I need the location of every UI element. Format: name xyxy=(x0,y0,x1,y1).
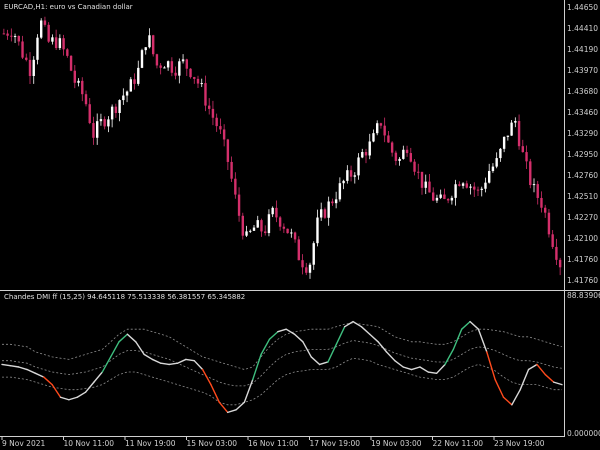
time-label: 10 Nov 11:00 xyxy=(64,439,115,448)
price-label: 1.43460 xyxy=(567,108,598,117)
indicator-bottom-value: 0.000000 xyxy=(567,429,600,438)
candle xyxy=(529,158,532,189)
indicator-current-value: 88.839064 xyxy=(567,291,600,300)
candle xyxy=(152,34,155,57)
price-label: 1.41760 xyxy=(567,255,598,264)
candle xyxy=(129,77,132,92)
time-label: 22 Nov 11:00 xyxy=(433,439,484,448)
price-label: 1.44650 xyxy=(567,3,598,12)
candle xyxy=(297,236,300,261)
price-label: 1.42510 xyxy=(567,192,598,201)
candle xyxy=(547,208,551,238)
candle xyxy=(189,68,192,79)
time-label: 19 Nov 03:00 xyxy=(371,439,422,448)
trading-chart[interactable]: EURCAD,H1: euro vs Canadian dollar 1.446… xyxy=(0,0,600,450)
time-label: 17 Nov 19:00 xyxy=(310,439,361,448)
price-label: 1.43290 xyxy=(567,129,598,138)
price-label: 1.42760 xyxy=(567,171,598,180)
price-label: 1.43680 xyxy=(567,87,598,96)
indicator-title: Chandes DMI ff (15,25) 94.645118 75.5133… xyxy=(4,293,245,301)
chart-background xyxy=(0,0,600,450)
candle xyxy=(140,48,144,69)
time-label: 9 Nov 2021 xyxy=(2,439,45,448)
candle xyxy=(40,18,43,40)
price-label: 1.44410 xyxy=(567,24,598,33)
price-label: 1.42100 xyxy=(567,234,598,243)
time-label: 11 Nov 19:00 xyxy=(125,439,176,448)
time-label: 15 Nov 03:00 xyxy=(187,439,238,448)
price-label: 1.42950 xyxy=(567,150,598,159)
price-label: 1.43970 xyxy=(567,66,598,75)
candle xyxy=(69,55,73,72)
candle xyxy=(241,212,244,240)
symbol-title: EURCAD,H1: euro vs Canadian dollar xyxy=(4,3,133,11)
price-label: 1.44190 xyxy=(567,45,598,54)
time-label: 23 Nov 19:00 xyxy=(494,439,545,448)
price-label: 1.41760 xyxy=(567,276,598,285)
time-label: 16 Nov 11:00 xyxy=(248,439,299,448)
price-label: 1.42270 xyxy=(567,213,598,222)
candle xyxy=(47,22,50,43)
candle xyxy=(286,228,289,234)
